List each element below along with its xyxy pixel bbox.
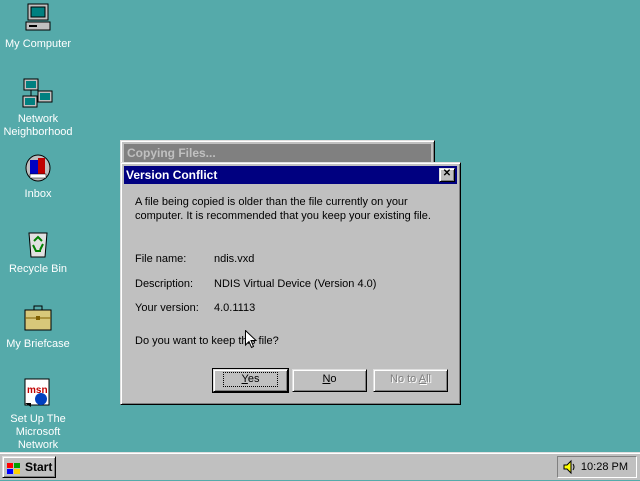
- start-button[interactable]: Start: [2, 456, 56, 478]
- dialog-title-bar[interactable]: Version Conflict ✕: [124, 166, 457, 184]
- close-button[interactable]: ✕: [439, 168, 455, 182]
- system-tray: 10:28 PM: [557, 456, 637, 478]
- dialog-title: Version Conflict: [126, 168, 218, 182]
- mouse-cursor-icon: [245, 329, 258, 349]
- volume-icon[interactable]: [562, 459, 578, 475]
- desktop-icon-label: Network Neighborhood: [3, 113, 73, 138]
- windows-logo-icon: [7, 461, 21, 474]
- taskbar: Start 10:28 PM: [0, 452, 640, 480]
- yes-button-label: Yes: [222, 372, 279, 387]
- computer-icon: [21, 2, 55, 36]
- yes-button[interactable]: Yes: [212, 368, 289, 393]
- copying-files-title-bar[interactable]: Copying Files...: [124, 144, 431, 162]
- description-value: NDIS Virtual Device (Version 4.0): [214, 278, 377, 290]
- desktop-icon-label: Set Up The Microsoft Network: [10, 413, 66, 451]
- no-to-all-accelerator: A: [418, 373, 427, 385]
- no-to-all-label-rest: ll: [426, 373, 431, 385]
- desktop-icon-label: Inbox: [24, 188, 52, 200]
- no-to-all-button[interactable]: No to All: [373, 369, 448, 392]
- description-label: Description:: [135, 278, 194, 290]
- desktop-icon-label: Recycle Bin: [8, 263, 68, 275]
- no-to-all-label-pre: No to: [390, 373, 419, 385]
- yes-label-rest: es: [247, 373, 260, 385]
- no-button[interactable]: No: [292, 369, 367, 392]
- close-icon: ✕: [442, 168, 452, 179]
- version-value: 4.0.1113: [214, 302, 256, 314]
- desktop-icon-network-neighborhood[interactable]: Network Neighborhood: [0, 77, 76, 139]
- clock[interactable]: 10:28 PM: [581, 461, 628, 473]
- desktop-icon-label: My Briefcase: [6, 338, 70, 350]
- conflict-message: A file being copied is older than the fi…: [135, 196, 431, 222]
- version-label: Your version:: [135, 302, 199, 314]
- network-icon: [21, 77, 55, 111]
- desktop-icon-inbox[interactable]: Inbox: [0, 152, 76, 201]
- version-conflict-dialog: Version Conflict ✕ A file being copied i…: [120, 162, 461, 405]
- desktop-icon-my-briefcase[interactable]: My Briefcase: [0, 302, 76, 351]
- start-label: Start: [25, 460, 53, 474]
- recycle-bin-icon: [21, 227, 55, 261]
- desktop-icon-recycle-bin[interactable]: Recycle Bin: [0, 227, 76, 276]
- msn-icon: msn: [21, 377, 55, 411]
- desktop-icon-my-computer[interactable]: My Computer: [0, 2, 76, 51]
- inbox-icon: [21, 152, 55, 186]
- briefcase-icon: [21, 302, 55, 336]
- file-name-label: File name:: [135, 253, 187, 265]
- file-name-value: ndis.vxd: [214, 253, 255, 265]
- keep-file-question: Do you want to keep this file?: [135, 335, 279, 347]
- desktop-icon-label: My Computer: [4, 38, 72, 50]
- no-label-rest: o: [330, 373, 337, 385]
- desktop-icon-msn-setup[interactable]: msn Set Up The Microsoft Network: [0, 377, 76, 452]
